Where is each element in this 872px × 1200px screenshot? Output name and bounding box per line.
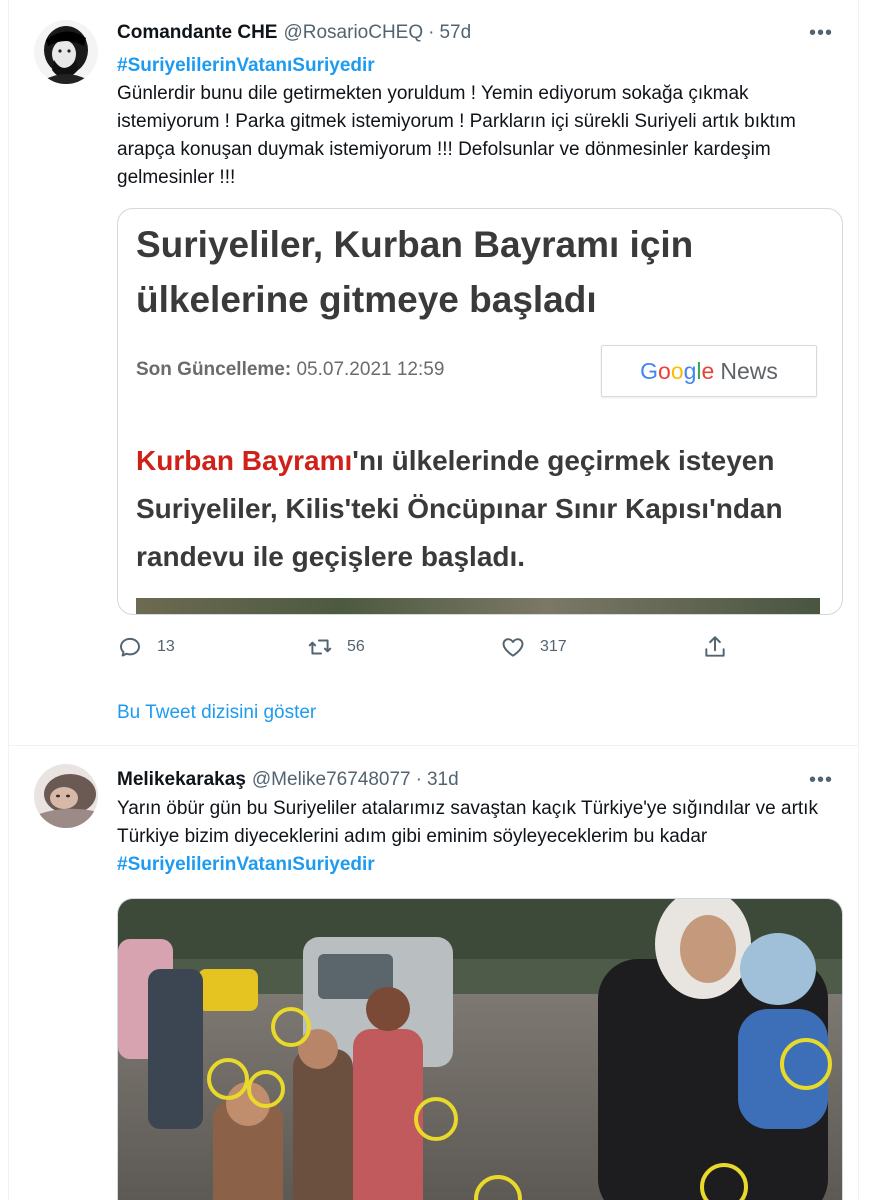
more-options-icon[interactable]: •••: [806, 20, 836, 46]
timestamp[interactable]: 57d: [439, 22, 471, 44]
like-count: 317: [540, 638, 567, 655]
display-name[interactable]: Melikekarakaş: [117, 769, 246, 791]
tweet[interactable]: Melikekarakaş @Melike76748077 · 31d ••• …: [9, 747, 858, 1200]
more-options-icon[interactable]: •••: [806, 767, 836, 793]
updated-label: Son Güncelleme:: [136, 359, 292, 380]
hashtag-line: #SuriyelilerinVatanıSuriyedir: [117, 52, 375, 80]
display-name[interactable]: Comandante CHE: [117, 22, 277, 44]
separator: ·: [415, 769, 422, 790]
tweet-header: Comandante CHE @RosarioCHEQ · 57d: [117, 20, 471, 46]
avatar[interactable]: [34, 764, 98, 828]
reply-icon: [120, 637, 140, 657]
tweet-header: Melikekarakaş @Melike76748077 · 31d: [117, 767, 459, 793]
news-updated: Son Güncelleme: 05.07.2021 12:59: [136, 359, 444, 381]
updated-value: 05.07.2021 12:59: [296, 359, 445, 380]
retweet-count: 56: [347, 638, 365, 655]
news-body: Kurban Bayramı'nı ülkelerinde geçirmek i…: [136, 437, 826, 581]
like-button[interactable]: 317: [500, 632, 567, 662]
avatar[interactable]: [34, 20, 98, 84]
retweet-icon: [308, 639, 332, 655]
tweet-text: Günlerdir bunu dile getirmekten yoruldum…: [117, 83, 796, 188]
news-image-card[interactable]: Suriyeliler, Kurban Bayramı için ülkeler…: [117, 208, 843, 615]
photo-image: [118, 899, 842, 1200]
hashtag-link[interactable]: #SuriyelilerinVatanıSuriyedir: [117, 55, 375, 76]
news-body-highlight: Kurban Bayramı: [136, 445, 353, 476]
reply-button[interactable]: 13: [117, 632, 175, 662]
timeline: Comandante CHE @RosarioCHEQ · 57d ••• #S…: [8, 0, 859, 1200]
news-headline: Suriyeliler, Kurban Bayramı için ülkeler…: [136, 224, 694, 320]
news-photo-strip: [136, 598, 820, 614]
timestamp[interactable]: 31d: [427, 769, 459, 791]
tweet-actions: 13 56 317: [117, 632, 737, 662]
google-news-badge: Google News: [601, 345, 817, 397]
separator: ·: [428, 22, 435, 43]
user-handle[interactable]: @RosarioCHEQ: [283, 22, 423, 44]
tweet[interactable]: Comandante CHE @RosarioCHEQ · 57d ••• #S…: [9, 0, 858, 746]
google-logo: Google: [640, 357, 715, 384]
share-icon: [705, 636, 725, 657]
reply-count: 13: [157, 638, 175, 655]
tweet-text: Yarın öbür gün bu Suriyeliler atalarımız…: [117, 795, 837, 879]
tweet-photo[interactable]: [117, 898, 843, 1200]
hashtag-link[interactable]: #SuriyelilerinVatanıSuriyedir: [117, 854, 375, 875]
heart-icon: [502, 638, 524, 657]
retweet-button[interactable]: 56: [307, 632, 365, 662]
show-thread-link[interactable]: Bu Tweet dizisini göster: [117, 702, 316, 724]
tweet-text-body: Yarın öbür gün bu Suriyeliler atalarımız…: [117, 798, 818, 847]
user-handle[interactable]: @Melike76748077: [252, 769, 411, 791]
google-news-label: News: [720, 357, 778, 384]
share-button[interactable]: [702, 632, 728, 662]
